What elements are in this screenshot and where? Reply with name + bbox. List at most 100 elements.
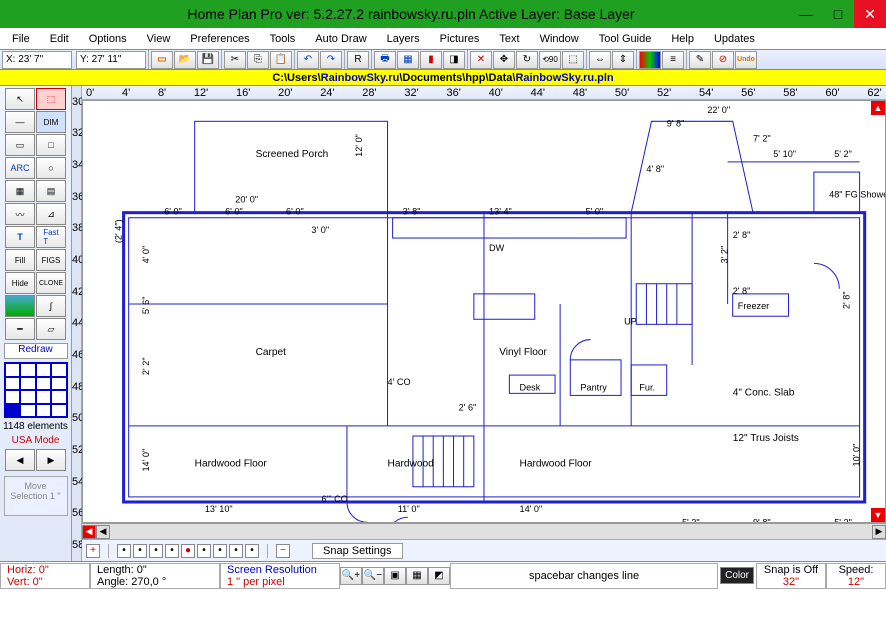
menu-pictures[interactable]: Pictures (434, 31, 486, 47)
menu-auto-draw[interactable]: Auto Draw (309, 31, 372, 47)
svg-text:Desk: Desk (520, 382, 541, 392)
spline-tool[interactable]: ∫ (36, 295, 66, 317)
nudge-right[interactable]: ▶ (36, 449, 66, 471)
cfg-dot-5[interactable]: ● (181, 544, 195, 558)
menu-file[interactable]: File (6, 31, 36, 47)
nudge-left[interactable]: ◀ (5, 449, 35, 471)
text-tool[interactable]: T (5, 226, 35, 248)
clone-tool[interactable]: CLONE (36, 272, 66, 294)
new-icon[interactable]: ▭ (151, 51, 173, 69)
pattern-tool[interactable]: ▤ (36, 180, 66, 202)
arc-tool[interactable]: ARC (5, 157, 35, 179)
svg-text:22' 0": 22' 0" (707, 105, 730, 115)
rect-tool[interactable]: □ (36, 134, 66, 156)
move-icon[interactable]: ✥ (493, 51, 515, 69)
fliph-icon[interactable]: ⇔ (589, 51, 611, 69)
xhair-icon[interactable]: ✕ (470, 51, 492, 69)
redraw-button[interactable]: Redraw (4, 343, 68, 359)
snap-settings-button[interactable]: Snap Settings (312, 543, 403, 559)
scroll-down-arrow[interactable]: ▼ (871, 508, 885, 522)
fast-text-tool[interactable]: FastT (36, 226, 66, 248)
tool-palette: ↖⬚ —DIM ▭□ ARC○ ▦▤ 〰⊿ TFastT FillFIGS Hi… (0, 86, 72, 561)
poly-tool[interactable]: ▱ (36, 318, 66, 340)
print-icon[interactable]: 🖶 (374, 51, 396, 69)
door-tool[interactable]: ⊿ (36, 203, 66, 225)
eraser-icon[interactable]: ✎ (689, 51, 711, 69)
svg-text:DW: DW (489, 243, 505, 253)
menu-window[interactable]: Window (534, 31, 585, 47)
cfg-dot-6[interactable]: • (197, 544, 211, 558)
menu-edit[interactable]: Edit (44, 31, 75, 47)
cfg-dot-8[interactable]: • (229, 544, 243, 558)
hatch-preview[interactable] (4, 362, 68, 418)
menu-layers[interactable]: Layers (381, 31, 426, 47)
svg-text:UP: UP (624, 316, 637, 326)
undo-icon[interactable]: ↶ (297, 51, 319, 69)
select-tool[interactable]: ⬚ (36, 88, 66, 110)
cancel-icon[interactable]: ⊘ (712, 51, 734, 69)
scroll-up-arrow[interactable]: ▲ (871, 101, 885, 115)
image-tool[interactable] (5, 295, 35, 317)
close-button[interactable]: ✕ (854, 0, 886, 28)
color-button[interactable]: Color (720, 567, 754, 584)
scroll-right[interactable]: ▶ (872, 525, 886, 539)
line-tool[interactable]: — (5, 111, 35, 133)
undo-last-icon[interactable]: Undo (735, 51, 757, 69)
svg-text:14' 0": 14' 0" (520, 504, 543, 514)
line2-tool[interactable]: ━ (5, 318, 35, 340)
redo-icon[interactable]: ↷ (320, 51, 342, 69)
scroll-left[interactable]: ◀ (82, 525, 96, 539)
minimize-button[interactable]: — (790, 0, 822, 28)
paste-icon[interactable]: 📋 (270, 51, 292, 69)
h-scrollbar[interactable]: ◀ ◀ ▶ (82, 523, 886, 539)
layers-icon[interactable]: ▮ (420, 51, 442, 69)
cfg-dot-9[interactable]: • (245, 544, 259, 558)
flipv-icon[interactable]: ⇕ (612, 51, 634, 69)
brick-tool[interactable]: ▦ (5, 180, 35, 202)
fit-icon[interactable]: ▣ (384, 567, 406, 585)
dim-tool[interactable]: DIM (36, 111, 66, 133)
sel-icon[interactable]: ◩ (428, 567, 450, 585)
cfg-dot-4[interactable]: • (165, 544, 179, 558)
open-icon[interactable]: 📂 (174, 51, 196, 69)
figs-tool[interactable]: FIGS (36, 249, 66, 271)
zoom-out-icon[interactable]: 🔍− (362, 567, 384, 585)
list-icon[interactable]: ≡ (662, 51, 684, 69)
menu-tools[interactable]: Tools (264, 31, 302, 47)
wall-tool[interactable]: ▭ (5, 134, 35, 156)
rgb-icon[interactable] (639, 51, 661, 69)
door-icon[interactable]: ◨ (443, 51, 465, 69)
cfg-plus-red[interactable]: + (86, 544, 100, 558)
menu-help[interactable]: Help (665, 31, 700, 47)
save-icon[interactable]: 💾 (197, 51, 219, 69)
cfg-dot-1[interactable]: • (117, 544, 131, 558)
arrow-tool[interactable]: ↖ (5, 88, 35, 110)
cut-icon[interactable]: ✂ (224, 51, 246, 69)
group-icon[interactable]: ⬚ (562, 51, 584, 69)
svg-text:13' 10": 13' 10" (205, 504, 233, 514)
extent-icon[interactable]: ▦ (406, 567, 428, 585)
grid-icon[interactable]: ▦ (397, 51, 419, 69)
menu-tool-guide[interactable]: Tool Guide (593, 31, 658, 47)
drawing-canvas[interactable]: Screened Porch UP (82, 100, 886, 523)
recalc-icon[interactable]: R (347, 51, 369, 69)
hide-tool[interactable]: Hide (5, 272, 35, 294)
menu-view[interactable]: View (141, 31, 177, 47)
cfg-dot-2[interactable]: • (133, 544, 147, 558)
menu-updates[interactable]: Updates (708, 31, 761, 47)
maximize-button[interactable]: □ (822, 0, 854, 28)
rotate90-icon[interactable]: ⟲90 (539, 51, 561, 69)
scroll-left2[interactable]: ◀ (96, 525, 110, 539)
cfg-dot-3[interactable]: • (149, 544, 163, 558)
circle-tool[interactable]: ○ (36, 157, 66, 179)
copy-icon[interactable]: ⎘ (247, 51, 269, 69)
curve-tool[interactable]: 〰 (5, 203, 35, 225)
menu-options[interactable]: Options (83, 31, 133, 47)
cfg-dot-7[interactable]: • (213, 544, 227, 558)
rotate-icon[interactable]: ↻ (516, 51, 538, 69)
cfg-minus-red[interactable]: − (276, 544, 290, 558)
zoom-in-icon[interactable]: 🔍+ (340, 567, 362, 585)
menu-text[interactable]: Text (493, 31, 525, 47)
menu-preferences[interactable]: Preferences (184, 31, 255, 47)
fill-tool[interactable]: Fill (5, 249, 35, 271)
